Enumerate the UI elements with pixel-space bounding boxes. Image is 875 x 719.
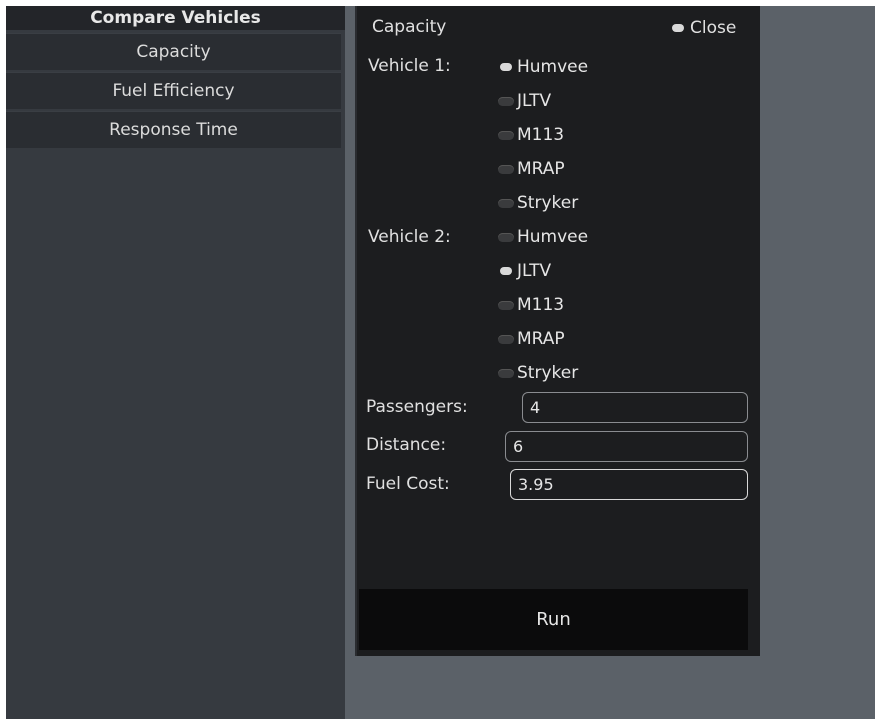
vehicle1-label: Vehicle 1: <box>368 56 451 76</box>
close-label: Close <box>690 18 737 38</box>
radio-selected-icon <box>500 63 512 71</box>
vehicle2-option-mrap[interactable]: MRAP <box>498 327 565 351</box>
sidebar-item-capacity[interactable]: Capacity <box>6 33 341 70</box>
radio-icon <box>498 96 514 106</box>
sidebar-title: Compare Vehicles <box>6 6 345 30</box>
option-label: M113 <box>517 125 565 145</box>
vehicle1-option-humvee[interactable]: Humvee <box>498 55 588 79</box>
radio-icon <box>498 164 514 174</box>
run-button[interactable]: Run <box>359 589 748 650</box>
option-label: M113 <box>517 295 565 315</box>
radio-icon <box>498 232 514 242</box>
distance-input[interactable]: 6 <box>505 431 748 462</box>
close-button[interactable]: Close <box>672 16 736 40</box>
option-label: Humvee <box>517 227 589 247</box>
radio-icon <box>498 368 514 378</box>
option-label: MRAP <box>517 159 565 179</box>
option-label: JLTV <box>517 261 552 281</box>
radio-icon <box>672 24 684 32</box>
fuel-cost-label: Fuel Cost: <box>366 474 450 494</box>
vehicle1-option-jltv[interactable]: JLTV <box>498 89 551 113</box>
sidebar-item-response-time[interactable]: Response Time <box>6 111 341 148</box>
vehicle2-option-stryker[interactable]: Stryker <box>498 361 578 385</box>
vehicle1-option-stryker[interactable]: Stryker <box>498 191 578 215</box>
passengers-label: Passengers: <box>366 397 468 417</box>
vehicle2-option-humvee[interactable]: Humvee <box>498 225 588 249</box>
option-label: JLTV <box>517 91 552 111</box>
radio-icon <box>498 130 514 140</box>
vehicle1-option-m113[interactable]: M113 <box>498 123 564 147</box>
radio-icon <box>498 300 514 310</box>
radio-selected-icon <box>500 267 512 275</box>
option-label: MRAP <box>517 329 565 349</box>
panel-title: Capacity <box>372 17 447 37</box>
vehicle2-label: Vehicle 2: <box>368 227 451 247</box>
distance-label: Distance: <box>366 435 447 455</box>
option-label: Humvee <box>517 57 589 77</box>
radio-icon <box>498 198 514 208</box>
vehicle2-option-m113[interactable]: M113 <box>498 293 564 317</box>
option-label: Stryker <box>517 363 579 383</box>
passengers-input[interactable]: 4 <box>522 392 748 423</box>
radio-icon <box>498 334 514 344</box>
vehicle1-option-mrap[interactable]: MRAP <box>498 157 565 181</box>
fuel-cost-input[interactable]: 3.95 <box>510 469 748 500</box>
sidebar-item-fuel-efficiency[interactable]: Fuel Efficiency <box>6 72 341 109</box>
option-label: Stryker <box>517 193 579 213</box>
vehicle2-option-jltv[interactable]: JLTV <box>498 259 551 283</box>
